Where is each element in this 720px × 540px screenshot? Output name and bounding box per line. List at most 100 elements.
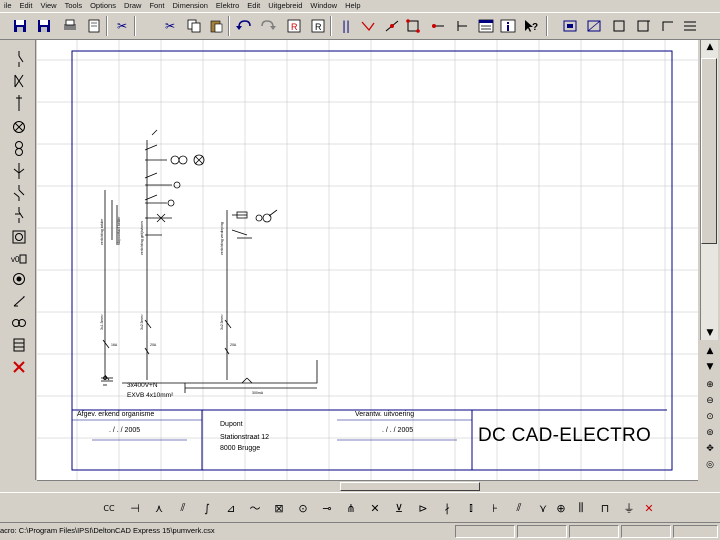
svg-text:16A: 16A: [111, 343, 118, 347]
timer-icon[interactable]: ⊠: [270, 499, 288, 517]
arrow-line-icon[interactable]: [358, 16, 378, 36]
delete-icon[interactable]: [10, 358, 28, 376]
status-pane-1: [455, 525, 515, 538]
print-icon[interactable]: [60, 16, 80, 36]
menu-item-7[interactable]: Dimension: [168, 0, 211, 12]
changeover-icon[interactable]: ⊻: [390, 499, 408, 517]
menu-item-2[interactable]: View: [36, 0, 60, 12]
coil-icon[interactable]: ⊙: [294, 499, 312, 517]
motor-2-icon[interactable]: ⊕: [552, 499, 570, 517]
menu-item-10[interactable]: Uitgebreid: [264, 0, 306, 12]
contact-no-icon[interactable]: ⊸: [318, 499, 336, 517]
button-contact-icon[interactable]: [10, 206, 28, 224]
copy-icon[interactable]: [184, 16, 204, 36]
cut-icon[interactable]: ✂: [160, 16, 180, 36]
rotate-icon[interactable]: [452, 16, 472, 36]
svg-text:R: R: [291, 22, 298, 32]
pan-icon[interactable]: ✥: [702, 442, 718, 456]
ground-icon[interactable]: ⏚: [620, 499, 638, 517]
zoom-previous-icon[interactable]: ◎: [702, 458, 718, 472]
menu-item-9[interactable]: Edit: [243, 0, 264, 12]
menu-item-12[interactable]: Help: [341, 0, 364, 12]
corner-icon[interactable]: [658, 16, 678, 36]
line-node-icon[interactable]: [428, 16, 448, 36]
motor-icon[interactable]: [10, 228, 28, 246]
main-bus-wire: [122, 360, 318, 384]
slope-icon[interactable]: [10, 292, 28, 310]
lamp-icon[interactable]: [10, 118, 28, 136]
connector-icon[interactable]: ⊓: [596, 499, 614, 517]
switch-4-icon[interactable]: ∤: [438, 499, 456, 517]
page-up-icon[interactable]: ▲: [702, 344, 718, 358]
schematic: [101, 129, 318, 393]
rectangle-icon[interactable]: [634, 16, 654, 36]
cross-switch-icon[interactable]: ✕: [366, 499, 384, 517]
switch-6-icon[interactable]: ⊦: [486, 499, 504, 517]
zoom-out-icon[interactable]: ⊖: [702, 394, 718, 408]
zoom-all-icon[interactable]: ⊚: [702, 426, 718, 440]
terminal-block-icon[interactable]: [10, 336, 28, 354]
switch-2-icon[interactable]: ⫽: [174, 499, 192, 517]
zoom-window-icon[interactable]: [584, 16, 604, 36]
paste-icon[interactable]: [206, 16, 226, 36]
menu-item-8[interactable]: Elektro: [212, 0, 243, 12]
menu-item-6[interactable]: Font: [145, 0, 168, 12]
zoom-in-icon[interactable]: ⊕: [702, 378, 718, 392]
scroll-down-icon[interactable]: ▼: [702, 326, 718, 340]
pushbutton-icon[interactable]: ⊿: [222, 499, 240, 517]
delete-icon[interactable]: ✕: [640, 499, 658, 517]
more-tools-icon[interactable]: [680, 16, 700, 36]
target-icon[interactable]: [10, 270, 28, 288]
drawing-canvas[interactable]: verlichting kelder stopcontact kelder ve…: [37, 40, 698, 480]
menu-item-5[interactable]: Draw: [120, 0, 146, 12]
frame-icon[interactable]: [610, 16, 630, 36]
terminal-icon[interactable]: ⫼: [572, 499, 590, 517]
transformer-icon[interactable]: [10, 314, 28, 332]
double-lamp-icon[interactable]: [10, 140, 28, 158]
select-window-icon[interactable]: [560, 16, 580, 36]
refresh-icon[interactable]: R: [308, 16, 328, 36]
save-icon[interactable]: [10, 16, 30, 36]
parallel-line-icon[interactable]: ||: [336, 16, 356, 36]
menu-item-3[interactable]: Tools: [61, 0, 87, 12]
info-icon[interactable]: [498, 16, 518, 36]
switch-7-icon[interactable]: ⫽: [510, 499, 528, 517]
redo-icon[interactable]: [258, 16, 278, 36]
bottom-toolbar: CC ⊣ ⋏ ⫽ ∫ ⊿ 〜 ⊠ ⊙ ⊸ ⋔ ✕ ⊻ ⊳ ∤ ⫾ ⊦ ⫽ ⋎ ⊕…: [0, 492, 720, 522]
scissors-icon[interactable]: ✂: [112, 16, 132, 36]
diode-icon[interactable]: ⊳: [414, 499, 432, 517]
menu-item-11[interactable]: Window: [306, 0, 341, 12]
relay-contact-icon[interactable]: [10, 184, 28, 202]
fuse-icon[interactable]: [10, 94, 28, 112]
node-icon[interactable]: [404, 16, 424, 36]
switch-5-icon[interactable]: ⫾: [462, 499, 480, 517]
connect-icon[interactable]: [382, 16, 402, 36]
list-icon[interactable]: [476, 16, 496, 36]
horizontal-scroll-thumb[interactable]: [340, 482, 480, 491]
relay-icon[interactable]: ⊣: [126, 499, 144, 517]
zoom-fit-icon[interactable]: ⊙: [702, 410, 718, 424]
contact-nc-icon[interactable]: ⋔: [342, 499, 360, 517]
svg-text:20A: 20A: [150, 343, 157, 347]
switch-3-icon[interactable]: ∫: [198, 499, 216, 517]
menu-item-4[interactable]: Options: [86, 0, 120, 12]
wire-icon[interactable]: 〜: [246, 499, 264, 517]
redraw-icon[interactable]: R: [284, 16, 304, 36]
sensor-icon[interactable]: [10, 162, 28, 180]
breaker-icon[interactable]: ⋏: [150, 499, 168, 517]
undo-icon[interactable]: [234, 16, 254, 36]
svg-text:20A: 20A: [230, 343, 237, 347]
socket-icon[interactable]: v0: [10, 250, 28, 268]
menu-item-0[interactable]: ile: [0, 0, 16, 12]
scroll-up-icon[interactable]: ▲: [702, 40, 718, 54]
vertical-scroll-thumb[interactable]: [701, 58, 717, 244]
page-down-icon[interactable]: ▼: [702, 360, 718, 374]
help-icon[interactable]: ?: [522, 16, 542, 36]
contactor-icon[interactable]: CC: [100, 499, 118, 517]
contact-icon[interactable]: [10, 72, 28, 90]
save-all-icon[interactable]: [34, 16, 54, 36]
menu-item-1[interactable]: Edit: [16, 0, 37, 12]
switch-8-icon[interactable]: ⋎: [534, 499, 552, 517]
print-preview-icon[interactable]: [84, 16, 104, 36]
switch-icon[interactable]: [10, 50, 28, 68]
